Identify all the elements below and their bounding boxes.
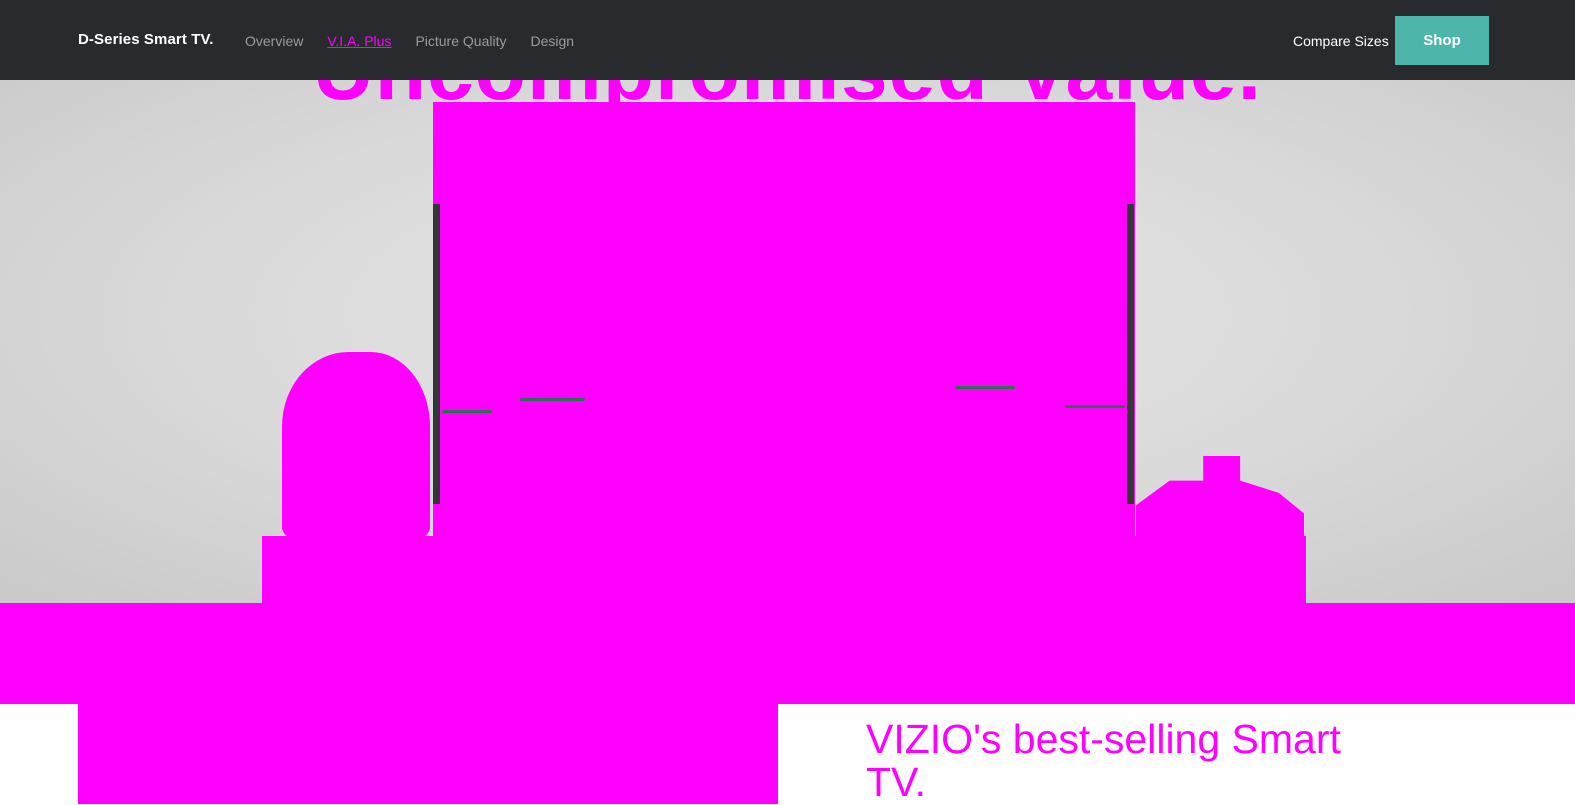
tv-stand <box>433 504 1135 536</box>
product-title[interactable]: D-Series Smart TV. <box>78 31 213 48</box>
media-console-image <box>262 536 1306 603</box>
feature-image <box>78 704 778 804</box>
nav-link-overview[interactable]: Overview <box>245 33 303 49</box>
nav-link-via-plus[interactable]: V.I.A. Plus <box>327 33 391 49</box>
screen-detail <box>1065 405 1125 408</box>
shop-button[interactable]: Shop <box>1395 16 1489 65</box>
decor-books-image <box>1136 456 1304 538</box>
tv-bezel-left <box>433 204 440 504</box>
nav-link-design[interactable]: Design <box>530 33 574 49</box>
flower-vase-image <box>282 352 430 538</box>
top-navigation: D-Series Smart TV. Overview V.I.A. Plus … <box>0 0 1575 80</box>
screen-detail <box>442 410 492 413</box>
tv-screen-image <box>433 102 1135 522</box>
tv-bezel-right <box>1127 204 1134 504</box>
hero-section: Uncompromised Value. <box>0 80 1575 603</box>
nav-link-picture-quality[interactable]: Picture Quality <box>415 33 506 49</box>
screen-detail <box>955 386 1015 389</box>
hero-footer-band <box>0 603 1575 704</box>
feature-title: VIZIO's best-selling Smart TV. <box>866 716 1341 805</box>
screen-detail <box>520 398 585 401</box>
compare-sizes-link[interactable]: Compare Sizes <box>1293 33 1389 49</box>
section-nav: Overview V.I.A. Plus Picture Quality Des… <box>245 33 598 49</box>
